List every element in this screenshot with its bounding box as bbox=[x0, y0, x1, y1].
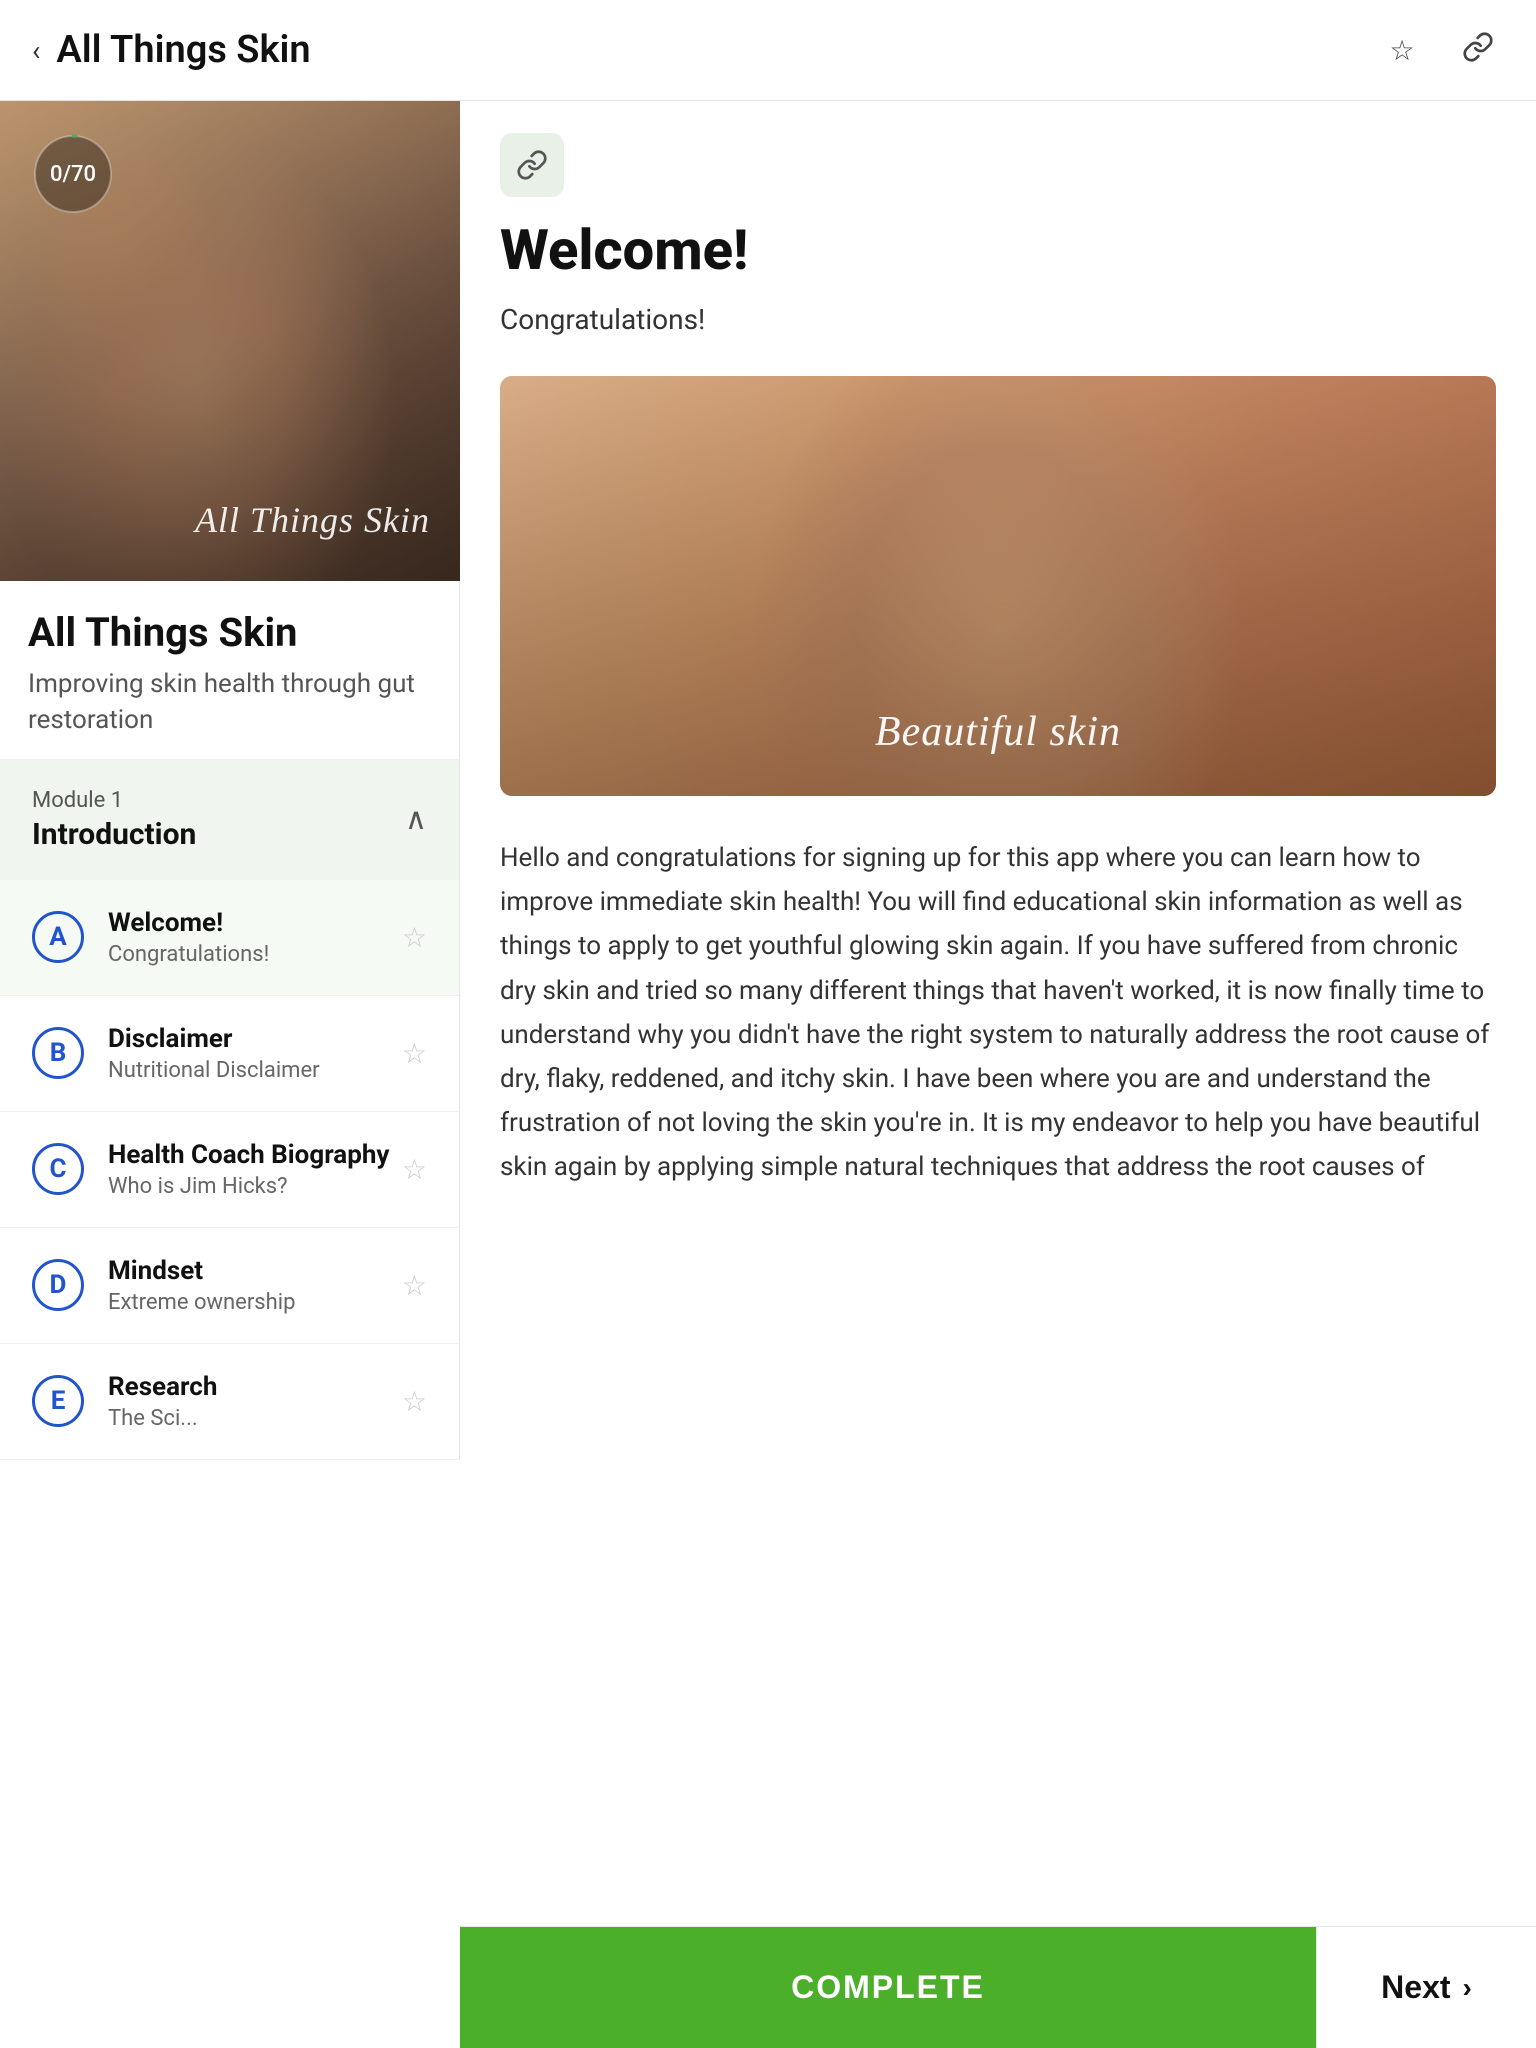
progress-circle: 0/70 bbox=[28, 129, 118, 219]
lesson-item[interactable]: C Health Coach Biography Who is Jim Hick… bbox=[0, 1112, 459, 1228]
lesson-content-c: Health Coach Biography Who is Jim Hicks? bbox=[108, 1140, 402, 1199]
lesson-subtitle-a: Congratulations! bbox=[108, 942, 402, 967]
link-badge[interactable] bbox=[500, 133, 564, 197]
share-icon bbox=[1462, 31, 1494, 70]
bookmark-button[interactable]: ☆ bbox=[1376, 24, 1428, 76]
lesson-item[interactable]: A Welcome! Congratulations! ☆ bbox=[0, 880, 459, 996]
lesson-content-d: Mindset Extreme ownership bbox=[108, 1256, 402, 1315]
share-button[interactable] bbox=[1452, 24, 1504, 76]
lesson-title-c: Health Coach Biography bbox=[108, 1140, 402, 1170]
lesson-letter-b: B bbox=[32, 1027, 84, 1079]
lesson-content-a: Welcome! Congratulations! bbox=[108, 908, 402, 967]
header-title: All Things Skin bbox=[56, 28, 310, 72]
course-info: All Things Skin Improving skin health th… bbox=[0, 581, 459, 760]
lesson-subtitle-d: Extreme ownership bbox=[108, 1290, 402, 1315]
next-label: Next bbox=[1381, 1969, 1450, 2006]
course-subtitle: Improving skin health through gut restor… bbox=[28, 666, 431, 739]
right-panel: Welcome! Congratulations! Beautiful skin… bbox=[460, 101, 1536, 1460]
lesson-subtitle-c: Who is Jim Hicks? bbox=[108, 1174, 402, 1199]
progress-label: 0/70 bbox=[28, 129, 118, 219]
welcome-title: Welcome! bbox=[500, 217, 1496, 283]
skin-image-caption: Beautiful skin bbox=[500, 708, 1496, 756]
lesson-letter-e: E bbox=[32, 1375, 84, 1427]
lesson-subtitle-e: The Sci... bbox=[108, 1406, 402, 1431]
course-watermark: All Things Skin bbox=[195, 499, 430, 541]
module-name: Introduction bbox=[32, 817, 196, 852]
chevron-right-icon: › bbox=[1463, 1972, 1472, 2004]
bookmark-icon: ☆ bbox=[1389, 34, 1414, 67]
lesson-title-d: Mindset bbox=[108, 1256, 402, 1286]
bookmark-lesson-c[interactable]: ☆ bbox=[402, 1153, 427, 1186]
body-text: Hello and congratulations for signing up… bbox=[460, 836, 1536, 1190]
skin-image: Beautiful skin bbox=[500, 376, 1496, 796]
lesson-subtitle-b: Nutritional Disclaimer bbox=[108, 1058, 402, 1083]
bookmark-lesson-a[interactable]: ☆ bbox=[402, 921, 427, 954]
bookmark-lesson-b[interactable]: ☆ bbox=[402, 1037, 427, 1070]
lesson-content-e: Research The Sci... bbox=[108, 1372, 402, 1431]
welcome-congratulations: Congratulations! bbox=[500, 303, 1496, 336]
lesson-title-a: Welcome! bbox=[108, 908, 402, 938]
bottom-buttons: COMPLETE Next › bbox=[460, 1926, 1536, 2048]
lesson-item[interactable]: B Disclaimer Nutritional Disclaimer ☆ bbox=[0, 996, 459, 1112]
module-info: Module 1 Introduction bbox=[32, 788, 196, 852]
lesson-title-e: Research bbox=[108, 1372, 402, 1402]
welcome-content: Welcome! Congratulations! Beautiful skin bbox=[460, 217, 1536, 796]
header-right: ☆ bbox=[1376, 24, 1504, 76]
bookmark-lesson-e[interactable]: ☆ bbox=[402, 1385, 427, 1418]
lesson-letter-d: D bbox=[32, 1259, 84, 1311]
course-title: All Things Skin bbox=[28, 609, 431, 656]
main-layout: 0/70 All Things Skin All Things Skin Imp… bbox=[0, 101, 1536, 1460]
lesson-content-b: Disclaimer Nutritional Disclaimer bbox=[108, 1024, 402, 1083]
lesson-item[interactable]: D Mindset Extreme ownership ☆ bbox=[0, 1228, 459, 1344]
next-button[interactable]: Next › bbox=[1316, 1927, 1536, 2048]
lesson-item[interactable]: E Research The Sci... ☆ bbox=[0, 1344, 459, 1460]
left-panel: 0/70 All Things Skin All Things Skin Imp… bbox=[0, 101, 460, 1460]
chevron-up-icon: ∧ bbox=[405, 802, 427, 837]
complete-button[interactable]: COMPLETE bbox=[460, 1927, 1316, 2048]
app-header: ‹ All Things Skin ☆ bbox=[0, 0, 1536, 101]
back-button[interactable]: ‹ bbox=[32, 34, 40, 67]
bookmark-lesson-d[interactable]: ☆ bbox=[402, 1269, 427, 1302]
lesson-title-b: Disclaimer bbox=[108, 1024, 402, 1054]
module-header[interactable]: Module 1 Introduction ∧ bbox=[0, 760, 459, 880]
lesson-letter-a: A bbox=[32, 911, 84, 963]
header-left: ‹ All Things Skin bbox=[32, 28, 311, 72]
module-label: Module 1 bbox=[32, 788, 196, 813]
course-thumbnail: 0/70 All Things Skin bbox=[0, 101, 460, 581]
lesson-letter-c: C bbox=[32, 1143, 84, 1195]
